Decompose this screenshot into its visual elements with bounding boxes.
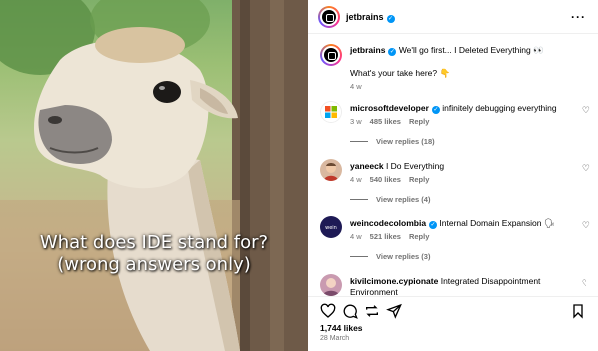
main-comment-body: jetbrains ✓ We'll go first... I Deleted E… (350, 45, 565, 56)
post-date: 28 March (320, 335, 350, 342)
reply-button[interactable]: Reply (409, 117, 429, 126)
jetbrains-avatar[interactable] (318, 6, 340, 28)
comment-likes[interactable]: 485 likes (370, 117, 401, 126)
main-comment: jetbrains ✓ We'll go first... I Deleted E… (320, 44, 586, 91)
like-heart-icon[interactable] (320, 303, 336, 319)
comment-body: weincodecolombia ✓ Internal Domain Expans… (350, 218, 565, 229)
microsoft-avatar[interactable] (320, 101, 342, 123)
comment-username[interactable]: weincodecolombia (350, 218, 426, 228)
share-send-icon[interactable] (386, 303, 402, 319)
view-replies-button[interactable]: View replies (4) (350, 195, 430, 204)
header-username[interactable]: jetbrains ✓ (346, 12, 395, 23)
comment-item: microsoftdeveloper ✓ infinitely debugging… (320, 101, 590, 153)
reply-button[interactable]: Reply (409, 175, 429, 184)
header-username-text[interactable]: jetbrains (346, 12, 384, 22)
repost-icon[interactable] (364, 303, 380, 319)
main-comment-text2: What's your take here? 👇 (350, 68, 451, 78)
view-replies-label[interactable]: View replies (18) (376, 137, 435, 146)
comment-time: 4 w (350, 175, 362, 184)
llama-photo (0, 0, 308, 351)
post-side-panel: jetbrains ✓ ··· jetbrains ✓ We'll go first… (308, 0, 598, 351)
save-bookmark-icon[interactable] (570, 303, 586, 319)
verified-icon: ✓ (431, 106, 440, 114)
kivilcimone-avatar[interactable] (320, 274, 342, 296)
yaneeck-avatar[interactable] (320, 159, 342, 181)
like-comment-heart-icon[interactable]: ♡ (582, 278, 586, 289)
view-replies-button[interactable]: View replies (18) (350, 137, 435, 146)
weincode-avatar[interactable]: wein (320, 216, 342, 238)
main-comment-time: 4 w (350, 82, 362, 91)
comment-likes[interactable]: 521 likes (370, 232, 401, 241)
view-replies-label[interactable]: View replies (4) (376, 195, 430, 204)
main-comment-text: We'll go first... I Deleted Everything 👀 (398, 45, 544, 55)
comment-text: infinitely debugging everything (442, 103, 557, 113)
post-actions: 1,744 likes 28 March (308, 296, 598, 351)
comment-text: Internal Domain Expansion 🗣 (439, 218, 555, 228)
verified-icon: ✓ (388, 48, 397, 56)
post-likes-count[interactable]: 1,744 likes (320, 323, 363, 333)
comment-username[interactable]: kivilcimone.cypionate (350, 276, 438, 286)
post-media[interactable]: What does IDE stand for? (wrong answers … (0, 0, 308, 351)
comment-body: kivilcimone.cypionate Integrated Disappo… (350, 276, 565, 296)
comment-username[interactable]: jetbrains (350, 45, 385, 55)
comment-meta: 3 w 485 likes Reply (350, 117, 437, 126)
comment-item: wein weincodecolombia ✓ Internal Domain E… (320, 216, 590, 268)
reply-button[interactable]: Reply (409, 232, 429, 241)
view-replies-label[interactable]: View replies (3) (376, 252, 430, 261)
like-comment-heart-icon[interactable]: ♡ (582, 105, 590, 116)
comment-time: 3 w (350, 117, 362, 126)
post-header: jetbrains ✓ ··· (308, 0, 598, 34)
comment-meta: 4 w 540 likes Reply (350, 175, 437, 184)
like-comment-heart-icon[interactable]: ♡ (582, 220, 590, 231)
comment-item: yaneeck I Do Everything 4 w 540 likes Repl… (320, 159, 590, 211)
comment-meta: 4 w 521 likes Reply (350, 232, 437, 241)
comment-time: 4 w (350, 232, 362, 241)
view-replies-button[interactable]: View replies (3) (350, 252, 430, 261)
post-caption-line2: (wrong answers only) (57, 254, 251, 275)
comment-body: yaneeck I Do Everything (350, 161, 565, 172)
comment-username[interactable]: yaneeck (350, 161, 384, 171)
like-comment-heart-icon[interactable]: ♡ (582, 163, 590, 174)
comment-likes[interactable]: 540 likes (370, 175, 401, 184)
verified-icon: ✓ (429, 221, 438, 229)
verified-icon: ✓ (386, 15, 395, 23)
comment-bubble-icon[interactable] (342, 303, 358, 319)
comment-body: microsoftdeveloper ✓ infinitely debugging… (350, 103, 565, 114)
comment-text: I Do Everything (385, 161, 445, 171)
jetbrains-avatar[interactable] (320, 44, 342, 66)
svg-text:wein: wein (325, 225, 337, 231)
comment-item: kivilcimone.cypionate Integrated Disappo… (320, 274, 586, 296)
comment-username[interactable]: microsoftdeveloper (350, 103, 429, 113)
more-options-icon[interactable]: ··· (571, 10, 586, 24)
